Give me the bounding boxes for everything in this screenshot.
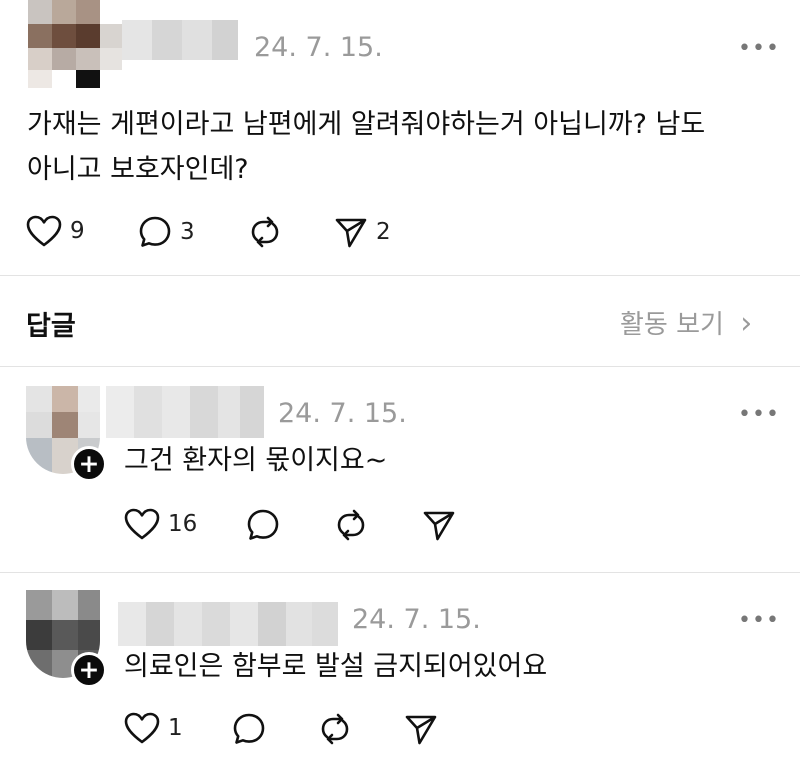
chevron-right-icon: › [740, 306, 753, 341]
post-comment-count: 3 [180, 219, 195, 245]
repost-icon [251, 216, 279, 248]
reply-repost-button[interactable] [318, 712, 352, 746]
comment-icon [247, 509, 279, 540]
activity-link[interactable]: 활동 보기 › [620, 304, 752, 341]
reply-like-button[interactable]: 1 [124, 712, 183, 744]
reply-comment-button[interactable] [232, 712, 266, 746]
reply-username-blurred[interactable] [118, 602, 338, 646]
repost-icon [337, 509, 365, 541]
divider [0, 366, 800, 367]
post-share-count: 2 [376, 219, 391, 245]
reply-comment-button[interactable] [246, 508, 280, 542]
comment-icon [233, 713, 265, 744]
heart-icon [124, 712, 160, 744]
reply-like-button[interactable]: 16 [124, 508, 197, 540]
reply-like-count: 1 [168, 715, 183, 741]
replies-title: 답글 [26, 311, 76, 342]
post-text-line-1: 가재는 게편이라고 남편에게 알려줘야하는거 아닙니까? 남도 [27, 109, 706, 140]
send-icon [405, 715, 437, 745]
repost-icon [321, 713, 349, 745]
reply-more-icon[interactable]: ••• [738, 404, 780, 426]
post-like-count: 9 [70, 218, 85, 244]
post-username-blurred[interactable] [122, 20, 238, 60]
comment-icon [139, 216, 171, 247]
post-like-button[interactable]: 9 [26, 215, 85, 247]
reply-repost-button[interactable] [334, 508, 368, 542]
heart-icon [124, 508, 160, 540]
reply-text: 의료인은 함부로 발설 금지되어있어요 [124, 651, 548, 682]
divider [0, 572, 800, 573]
post-avatar[interactable] [28, 0, 123, 88]
reply-share-button[interactable] [404, 712, 438, 746]
reply-like-count: 16 [168, 511, 198, 537]
heart-icon [26, 215, 62, 247]
reply-text: 그건 환자의 몫이지요~ [124, 445, 388, 476]
follow-plus-icon[interactable]: + [71, 652, 107, 688]
reply-username-blurred[interactable] [106, 386, 264, 438]
post-more-icon[interactable]: ••• [738, 38, 780, 60]
send-icon [423, 511, 455, 541]
follow-plus-icon[interactable]: + [71, 446, 107, 482]
reply-timestamp: 24. 7. 15. [278, 398, 407, 429]
divider [0, 275, 800, 276]
post-timestamp: 24. 7. 15. [254, 32, 383, 63]
reply-timestamp: 24. 7. 15. [352, 604, 481, 635]
post-repost-button[interactable] [248, 215, 282, 249]
reply-more-icon[interactable]: ••• [738, 610, 780, 632]
activity-link-label: 활동 보기 [620, 310, 724, 340]
send-icon [335, 218, 367, 248]
post-share-button[interactable]: 2 [334, 215, 391, 249]
post-comment-button[interactable]: 3 [138, 215, 195, 249]
post-text-line-2: 아니고 보호자인데? [27, 154, 249, 185]
reply-share-button[interactable] [422, 508, 456, 542]
